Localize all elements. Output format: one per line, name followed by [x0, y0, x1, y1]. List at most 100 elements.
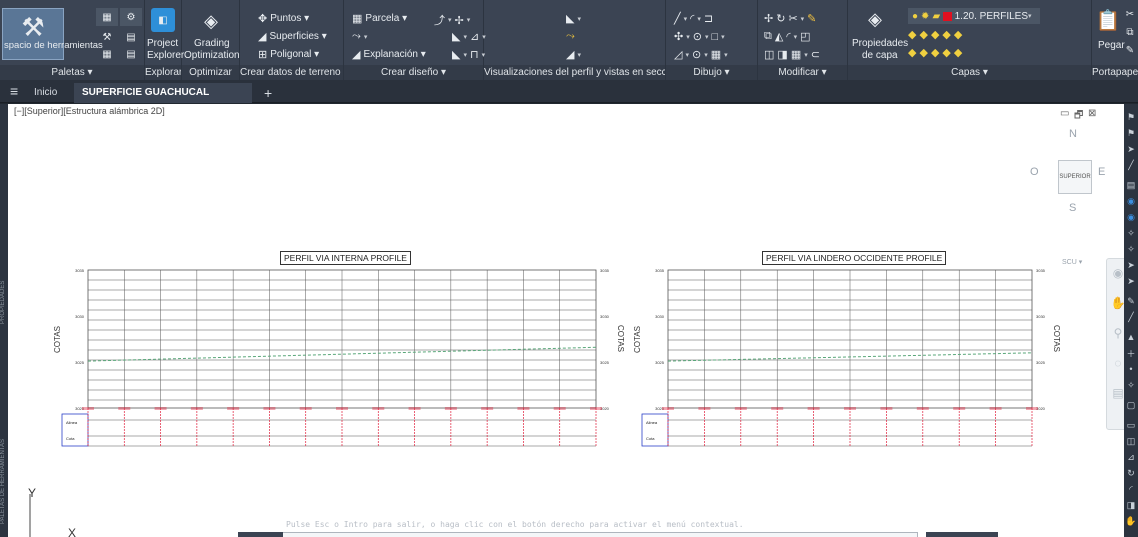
globe-icon[interactable]: ◉	[1126, 212, 1136, 222]
tool-palettes-button[interactable]: ⚒	[2, 8, 64, 60]
ribbon-group-footer[interactable]: Explorar	[145, 65, 181, 80]
scale-icon[interactable]: ◨	[1126, 500, 1136, 510]
tab-drawing[interactable]: SUPERFICIE GUACHUCAL AUTOCAD* ×	[74, 83, 252, 118]
tab-home[interactable]: Inicio	[26, 83, 65, 103]
globe-icon[interactable]: ◉	[1126, 196, 1136, 206]
alignment-menu[interactable]: ⤴ ▾ ✢ ▾	[434, 12, 470, 28]
snap-icon[interactable]: ✧	[1126, 228, 1136, 238]
surfaces-icon: ◢	[258, 31, 267, 43]
flag-icon[interactable]: ⚑	[1126, 128, 1136, 138]
layer-tools-row-2[interactable]: ◆ ◆ ◆ ◆ ◆	[908, 46, 962, 59]
ribbon-group-footer[interactable]: Capas ▾	[848, 65, 1091, 80]
tick-label-right: 3035	[600, 268, 610, 273]
ribbon-group-footer[interactable]: Paletas ▾	[0, 65, 144, 80]
traverse-menu[interactable]: ⊞ Poligonal ▾	[258, 48, 319, 61]
sheet-set-icon[interactable]: ▦	[96, 46, 118, 62]
measure-icon[interactable]: ⊿	[1126, 452, 1136, 462]
feature-line-menu[interactable]: ⤳ ▾	[352, 30, 367, 43]
triangle-icon[interactable]: ▲	[1126, 332, 1136, 342]
ribbon-group-footer[interactable]: Optimizar	[182, 65, 239, 80]
line-icon[interactable]: ╱	[1126, 160, 1136, 170]
move-tool[interactable]: ✢ ↻ ✂ ▾ ✎	[764, 12, 816, 25]
match-properties-icon[interactable]: ✎	[1124, 44, 1136, 56]
command-line-input[interactable]	[238, 532, 918, 537]
new-tab-button[interactable]: +	[256, 83, 280, 103]
layer-dropdown-arrow[interactable]: ▾	[1028, 8, 1040, 24]
arrow-icon[interactable]: ➤	[1126, 144, 1136, 154]
file-tab-bar: ≡ Inicio SUPERFICIE GUACHUCAL AUTOCAD* ×…	[0, 80, 1138, 118]
cursor-icon[interactable]: ➤	[1126, 260, 1136, 270]
sheet-icon[interactable]: ▤	[1126, 180, 1136, 190]
box-icon[interactable]: ▢	[1126, 400, 1136, 410]
arc-icon[interactable]: ◜	[1126, 484, 1136, 494]
settings-palette-icon[interactable]: ⚙	[120, 8, 142, 26]
points-menu[interactable]: ✥ Puntos ▾	[258, 12, 309, 25]
snap-icon[interactable]: ✧	[1126, 244, 1136, 254]
command-line-right-button[interactable]	[926, 532, 998, 537]
station-label	[1026, 407, 1038, 410]
tick-label-right: 3025	[1036, 360, 1046, 365]
surfaces-menu[interactable]: ◢ Superficies ▾	[258, 30, 327, 43]
grading-optimization-icon[interactable]: ◈	[198, 8, 224, 34]
line-tool[interactable]: ╱ ▾ ◜ ▾ ⊐	[674, 12, 713, 25]
tick-label-left: 3025	[655, 360, 665, 365]
profile-menu[interactable]: ◣ ▾ ⊿ ▾	[452, 30, 486, 43]
ribbon-group-footer[interactable]: Modificar ▾	[758, 65, 847, 80]
project-explorer-label-2: Explorer	[147, 50, 185, 61]
properties-palette-icon[interactable]: ▦	[96, 8, 118, 26]
station-label	[590, 407, 602, 410]
data-band-label: Cota	[66, 436, 75, 441]
stretch-tool[interactable]: ◫ ◨ ▦ ▾ ⊂	[764, 48, 820, 61]
y-axis-title-right: COTAS	[1052, 325, 1061, 352]
pan-icon[interactable]: ✋	[1125, 516, 1136, 526]
plus-icon[interactable]: ＋	[1126, 348, 1136, 359]
layers-icon[interactable]: ◫	[1126, 436, 1136, 446]
copy-tool[interactable]: ⧉ ◭ ◜ ▾ ◰	[764, 30, 811, 43]
trim-icon: ✂	[788, 13, 798, 25]
parcel-menu[interactable]: ▦ Parcela ▾	[352, 12, 407, 25]
ribbon-group-footer[interactable]: Dibujo ▾	[666, 65, 757, 80]
layer-dropdown[interactable]: ● ✹ ▰ 1.20. PERFILES	[908, 8, 1028, 24]
cut-icon[interactable]: ✂	[1124, 8, 1136, 20]
window-palette-icon[interactable]: ▤	[120, 28, 142, 46]
corridor-menu[interactable]: ◣ ▾ ⊓ ▾	[452, 48, 485, 61]
ribbon-group-footer[interactable]: Visualizaciones del perfil y vistas en s…	[484, 65, 665, 80]
line-icon[interactable]: ╱	[1126, 312, 1136, 322]
monitor-icon[interactable]: ▭	[1126, 420, 1136, 430]
profile-view-menu[interactable]: ◣ ▾	[566, 12, 581, 25]
ribbon-group-footer[interactable]: Crear diseño ▾	[344, 65, 483, 80]
command-line-button[interactable]	[238, 532, 283, 537]
drawing-canvas[interactable]: [−][Superior][Estructura alámbrica 2D] ▭…	[8, 104, 1124, 537]
arc-icon: ◜	[690, 13, 695, 25]
data-band-header	[641, 413, 669, 447]
snap-icon[interactable]: ✧	[1126, 380, 1136, 390]
rotate-icon[interactable]: ↻	[1126, 468, 1136, 478]
paste-icon[interactable]: 📋	[1096, 6, 1121, 34]
grading-menu[interactable]: ◢ Explanación ▾	[352, 48, 426, 61]
project-explorer-icon[interactable]: ◧	[151, 8, 175, 32]
flag-icon[interactable]: ⚑	[1126, 112, 1136, 122]
brush-icon[interactable]: ✎	[1126, 296, 1136, 306]
ribbon: ⚒ spacio de herramientas ▦ ⚙ ⚒ ▤ ▦ ▤ Pal…	[0, 0, 1138, 80]
section-view-menu[interactable]: ◢ ▾	[566, 48, 581, 61]
ribbon-group-footer[interactable]: Crear datos de terreno ▾	[240, 65, 343, 80]
tick-label-right: 3030	[600, 314, 610, 319]
copy-clip-icon[interactable]: ⧉	[1124, 26, 1136, 38]
layer-properties-icon[interactable]: ◈	[862, 6, 888, 32]
station-label	[336, 407, 348, 410]
intersection-icon: ✢	[454, 14, 464, 27]
circle-tool[interactable]: ✣ ▾ ⊙ ▾ □ ▾	[674, 30, 725, 44]
hatch-tool[interactable]: ◿ ▾ ⊙ ▾ ▦ ▾	[674, 48, 728, 61]
array-icon: ▦	[790, 49, 802, 61]
ribbon-group-footer[interactable]: Portapapeles	[1092, 65, 1138, 80]
app-menu-icon[interactable]: ≡	[2, 83, 26, 103]
tool-palette-caption: PALETAS DE HERRAMIENTAS	[0, 438, 6, 524]
left-palette-strip: PROPIEDADES PALETAS DE HERRAMIENTAS	[0, 104, 8, 537]
point-icon[interactable]: •	[1126, 364, 1136, 374]
cursor-icon[interactable]: ➤	[1126, 276, 1136, 286]
station-label	[372, 407, 385, 410]
layer-tools-row-1[interactable]: ◆ ◆ ◆ ◆ ◆	[908, 28, 962, 41]
sample-lines-button[interactable]: ⤳	[566, 30, 575, 43]
list-palette-icon[interactable]: ▤	[120, 46, 142, 62]
tool-icon[interactable]: ⚒	[96, 28, 118, 46]
